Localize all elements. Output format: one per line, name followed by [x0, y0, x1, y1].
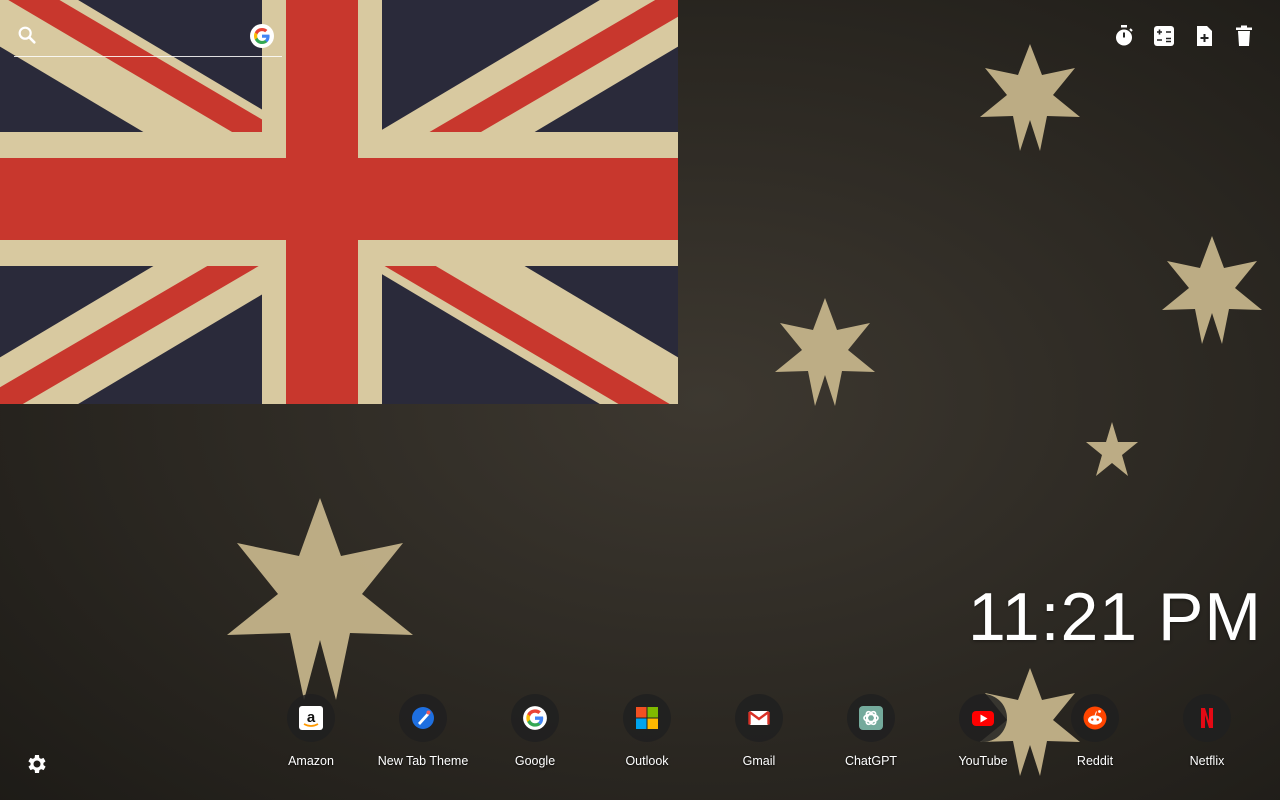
top-toolbar: [1112, 24, 1256, 48]
netflix-icon: [1183, 694, 1231, 742]
shortcut-new-tab-theme[interactable]: New Tab Theme: [367, 694, 479, 774]
shortcut-amazon[interactable]: a Amazon: [255, 694, 367, 774]
shortcut-dock: a Amazon New Tab Theme Google Outlook Gm…: [0, 694, 1280, 784]
shortcut-reddit[interactable]: Reddit: [1039, 694, 1151, 774]
search-input[interactable]: [48, 22, 252, 52]
shortcut-label: Netflix: [1189, 754, 1225, 768]
shortcut-label: Gmail: [742, 754, 776, 768]
shortcut-label: Google: [514, 754, 556, 768]
youtube-icon: [959, 694, 1007, 742]
reddit-icon: [1071, 694, 1119, 742]
shortcut-label: Amazon: [288, 754, 334, 768]
shortcut-outlook[interactable]: Outlook: [591, 694, 703, 774]
stopwatch-icon[interactable]: [1112, 24, 1136, 48]
shortcut-chatgpt[interactable]: ChatGPT: [815, 694, 927, 774]
calculator-icon[interactable]: [1152, 24, 1176, 48]
shortcut-google[interactable]: Google: [479, 694, 591, 774]
microsoft-icon: [623, 694, 671, 742]
shortcut-gmail[interactable]: Gmail: [703, 694, 815, 774]
shortcut-label: Reddit: [1076, 754, 1114, 768]
shortcut-label: ChatGPT: [844, 754, 898, 768]
shortcut-netflix[interactable]: Netflix: [1151, 694, 1263, 774]
background-flag-image: [0, 0, 1280, 800]
shortcut-youtube[interactable]: YouTube: [927, 694, 1039, 774]
google-icon[interactable]: [250, 24, 274, 48]
add-note-icon[interactable]: [1192, 24, 1216, 48]
shortcut-label: Outlook: [625, 754, 669, 768]
clock: 11:21 PM: [967, 579, 1262, 655]
google-icon: [511, 694, 559, 742]
new-tab-theme-icon: [399, 694, 447, 742]
shortcut-label: YouTube: [958, 754, 1008, 768]
trash-icon[interactable]: [1232, 24, 1256, 48]
gmail-icon: [735, 694, 783, 742]
shortcut-label: New Tab Theme: [377, 754, 469, 768]
svg-text:a: a: [307, 709, 316, 726]
search-icon[interactable]: [16, 24, 38, 46]
search-bar: [14, 20, 282, 57]
amazon-icon: a: [287, 694, 335, 742]
chatgpt-icon: [847, 694, 895, 742]
